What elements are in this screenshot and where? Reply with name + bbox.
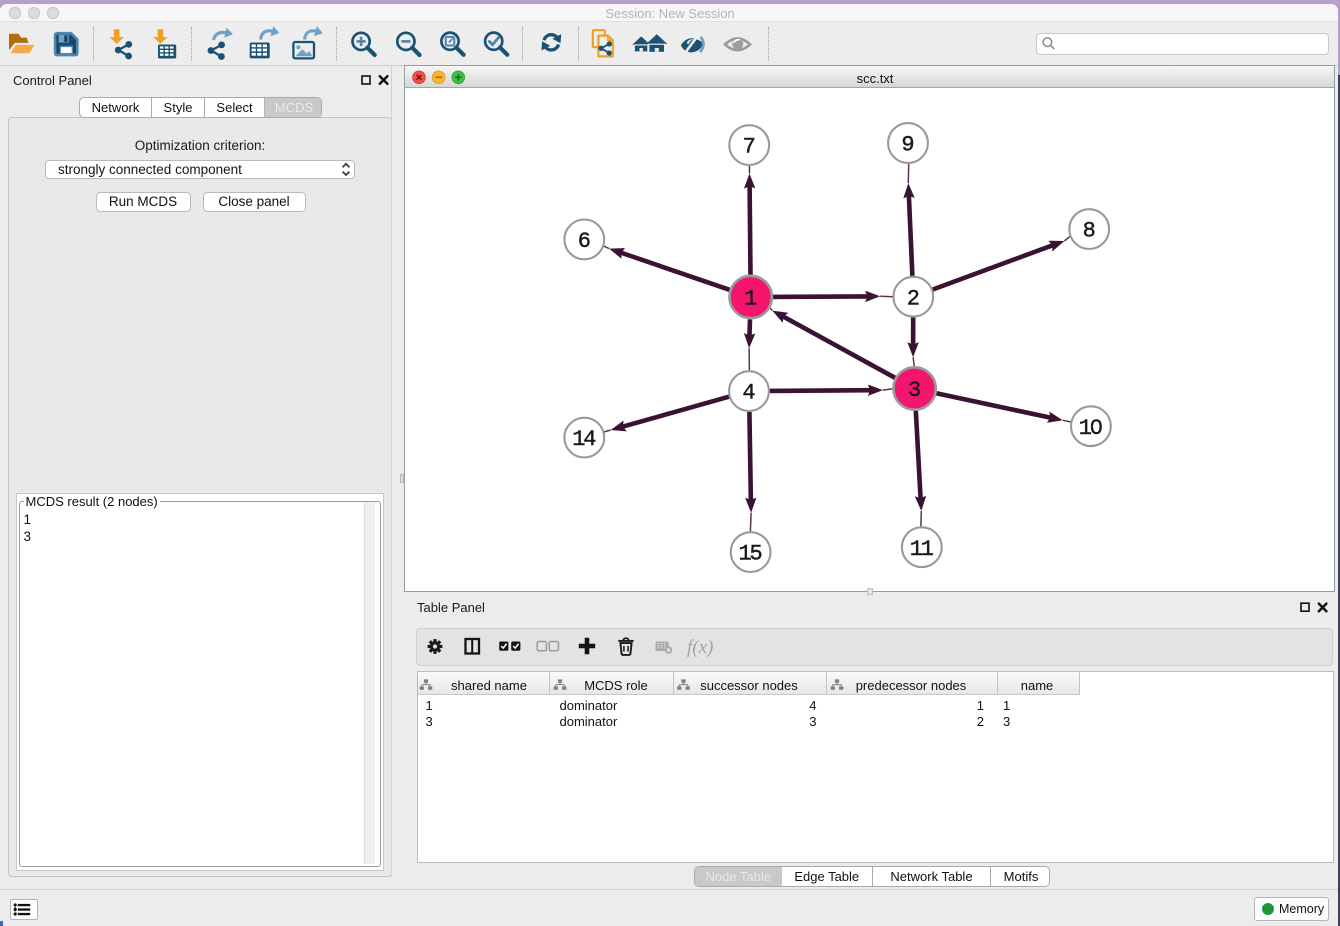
svg-text:11: 11 — [910, 537, 934, 562]
svg-text:8: 8 — [1083, 219, 1096, 244]
svg-text:2: 2 — [907, 286, 920, 311]
svg-text:14: 14 — [572, 427, 596, 452]
svg-text:4: 4 — [742, 381, 755, 406]
svg-text:f(x): f(x) — [687, 637, 713, 658]
svg-text:6: 6 — [578, 229, 591, 254]
svg-text:3: 3 — [908, 378, 921, 403]
svg-text:10: 10 — [1079, 416, 1102, 441]
svg-text:9: 9 — [901, 133, 914, 158]
svg-text:7: 7 — [743, 135, 756, 160]
svg-text:1: 1 — [744, 287, 757, 312]
svg-text:15: 15 — [738, 542, 761, 567]
